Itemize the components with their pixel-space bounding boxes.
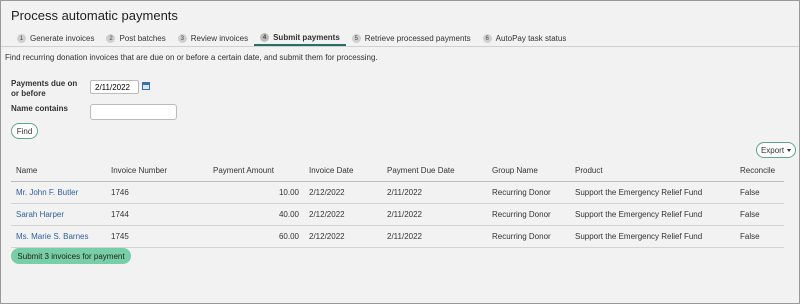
- window: Process automatic payments 1 Generate in…: [0, 0, 800, 304]
- invoice-date: 2/12/2022: [304, 225, 382, 248]
- invoice-number: 1745: [106, 225, 208, 248]
- step-number-badge: 4: [260, 33, 270, 42]
- constituent-name-link[interactable]: Sarah Harper: [16, 210, 64, 219]
- tab-post-batches[interactable]: 2 Post batches: [100, 31, 171, 46]
- payment-due-date: 2/11/2022: [382, 225, 487, 248]
- table-row: Sarah Harper 1744 40.00 2/12/2022 2/11/2…: [11, 203, 784, 226]
- column-header[interactable]: Invoice Date: [304, 161, 382, 182]
- tab-label: Generate invoices: [30, 34, 95, 43]
- column-header[interactable]: Reconcile: [735, 161, 784, 182]
- step-number-badge: 3: [177, 34, 187, 43]
- constituent-name-link[interactable]: Mr. John F. Butler: [16, 188, 78, 197]
- find-button[interactable]: Find: [11, 123, 38, 139]
- column-header[interactable]: Invoice Number: [106, 161, 208, 182]
- tab-label: Retrieve processed payments: [364, 34, 471, 43]
- page-title: Process automatic payments: [11, 8, 178, 23]
- export-label: Export: [760, 145, 785, 155]
- tab-retrieve-processed-payments[interactable]: 5 Retrieve processed payments: [346, 31, 477, 46]
- invoice-date: 2/12/2022: [304, 203, 382, 226]
- invoice-number: 1746: [106, 181, 208, 204]
- group-name: Recurring Donor: [487, 225, 570, 248]
- column-header[interactable]: Product: [570, 161, 735, 182]
- page-description: Find recurring donation invoices that ar…: [5, 53, 378, 62]
- invoices-table: Name Invoice Number Payment Amount Invoi…: [11, 161, 784, 248]
- payment-amount: 60.00: [208, 225, 304, 248]
- step-number-badge: 2: [106, 34, 116, 43]
- tab-label: Review invoices: [190, 34, 249, 43]
- reconcile: False: [735, 181, 784, 204]
- table-header-row: Name Invoice Number Payment Amount Invoi…: [11, 161, 784, 182]
- due-date-field[interactable]: [90, 80, 139, 94]
- table-row: Mr. John F. Butler 1746 10.00 2/12/2022 …: [11, 181, 784, 204]
- product: Support the Emergency Relief Fund: [570, 225, 735, 248]
- payment-due-date: 2/11/2022: [382, 181, 487, 204]
- step-number-badge: 6: [482, 34, 492, 43]
- tab-autopay-task-status[interactable]: 6 AutoPay task status: [477, 31, 573, 46]
- reconcile: False: [735, 203, 784, 226]
- tab-generate-invoices[interactable]: 1 Generate invoices: [11, 31, 100, 46]
- invoice-number: 1744: [106, 203, 208, 226]
- tab-submit-payments[interactable]: 4 Submit payments: [254, 31, 346, 46]
- chevron-down-icon: [787, 148, 792, 152]
- tab-label: AutoPay task status: [495, 34, 567, 43]
- payment-amount: 10.00: [208, 181, 304, 204]
- payment-due-date: 2/11/2022: [382, 203, 487, 226]
- export-button[interactable]: Export: [756, 142, 796, 158]
- column-header[interactable]: Group Name: [487, 161, 570, 182]
- name-contains-field[interactable]: [90, 104, 177, 120]
- due-date-label: Payments due on or before: [11, 79, 78, 98]
- tab-label: Submit payments: [273, 33, 340, 42]
- calendar-icon[interactable]: [142, 82, 150, 90]
- constituent-name-link[interactable]: Ms. Marie S. Barnes: [16, 232, 88, 241]
- invoice-date: 2/12/2022: [304, 181, 382, 204]
- tab-review-invoices[interactable]: 3 Review invoices: [172, 31, 254, 46]
- column-header[interactable]: Name: [11, 161, 106, 182]
- table-row: Ms. Marie S. Barnes 1745 60.00 2/12/2022…: [11, 225, 784, 248]
- product: Support the Emergency Relief Fund: [570, 203, 735, 226]
- product: Support the Emergency Relief Fund: [570, 181, 735, 204]
- step-tabs: 1 Generate invoices 2 Post batches 3 Rev…: [11, 31, 572, 46]
- reconcile: False: [735, 225, 784, 248]
- name-contains-label: Name contains: [11, 104, 68, 113]
- tab-label: Post batches: [119, 34, 166, 43]
- column-header[interactable]: Payment Amount: [208, 161, 304, 182]
- tabs-divider: [1, 46, 799, 47]
- payment-amount: 40.00: [208, 203, 304, 226]
- submit-invoices-button[interactable]: Submit 3 invoices for payment: [11, 248, 131, 264]
- column-header[interactable]: Payment Due Date: [382, 161, 487, 182]
- group-name: Recurring Donor: [487, 203, 570, 226]
- step-number-badge: 1: [17, 34, 26, 43]
- group-name: Recurring Donor: [487, 181, 570, 204]
- step-number-badge: 5: [351, 34, 361, 43]
